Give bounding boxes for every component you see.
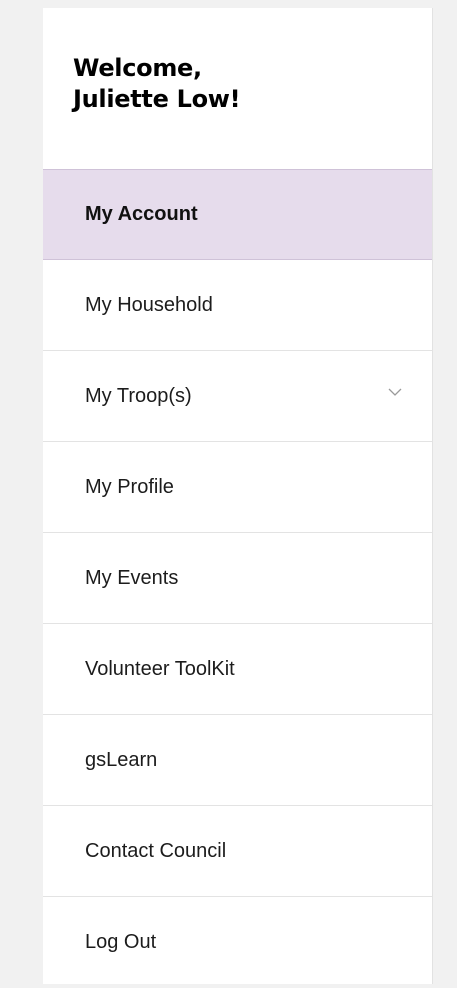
menu-item-log-out[interactable]: Log Out [43, 897, 432, 988]
menu-item-my-household[interactable]: My Household [43, 260, 432, 351]
menu-item-my-events[interactable]: My Events [43, 533, 432, 624]
menu-item-label: My Troop(s) [85, 384, 192, 407]
account-sidebar: Welcome, Juliette Low! My Account My Hou… [43, 8, 433, 984]
menu-item-my-profile[interactable]: My Profile [43, 442, 432, 533]
menu-item-contact-council[interactable]: Contact Council [43, 806, 432, 897]
menu-item-gslearn[interactable]: gsLearn [43, 715, 432, 806]
menu-item-label: My Events [85, 566, 179, 589]
menu-item-label: gsLearn [85, 748, 158, 771]
menu-item-label: My Household [85, 293, 213, 316]
menu-item-my-account[interactable]: My Account [43, 169, 432, 260]
welcome-line: Welcome, [73, 54, 202, 82]
menu-item-label: Log Out [85, 931, 157, 953]
menu-item-volunteer-toolkit[interactable]: Volunteer ToolKit [43, 624, 432, 715]
menu-item-label: Volunteer ToolKit [85, 657, 235, 680]
user-name: Juliette Low! [73, 85, 241, 113]
menu-item-label: Contact Council [85, 839, 227, 862]
chevron-down-icon[interactable] [388, 385, 402, 399]
menu-item-label: My Profile [85, 475, 174, 498]
menu-item-label: My Account [85, 203, 198, 225]
account-menu: My Account My Household My Troop(s) My P… [43, 169, 432, 988]
welcome-heading: Welcome, Juliette Low! [73, 53, 373, 115]
menu-item-my-troops[interactable]: My Troop(s) [43, 351, 432, 442]
